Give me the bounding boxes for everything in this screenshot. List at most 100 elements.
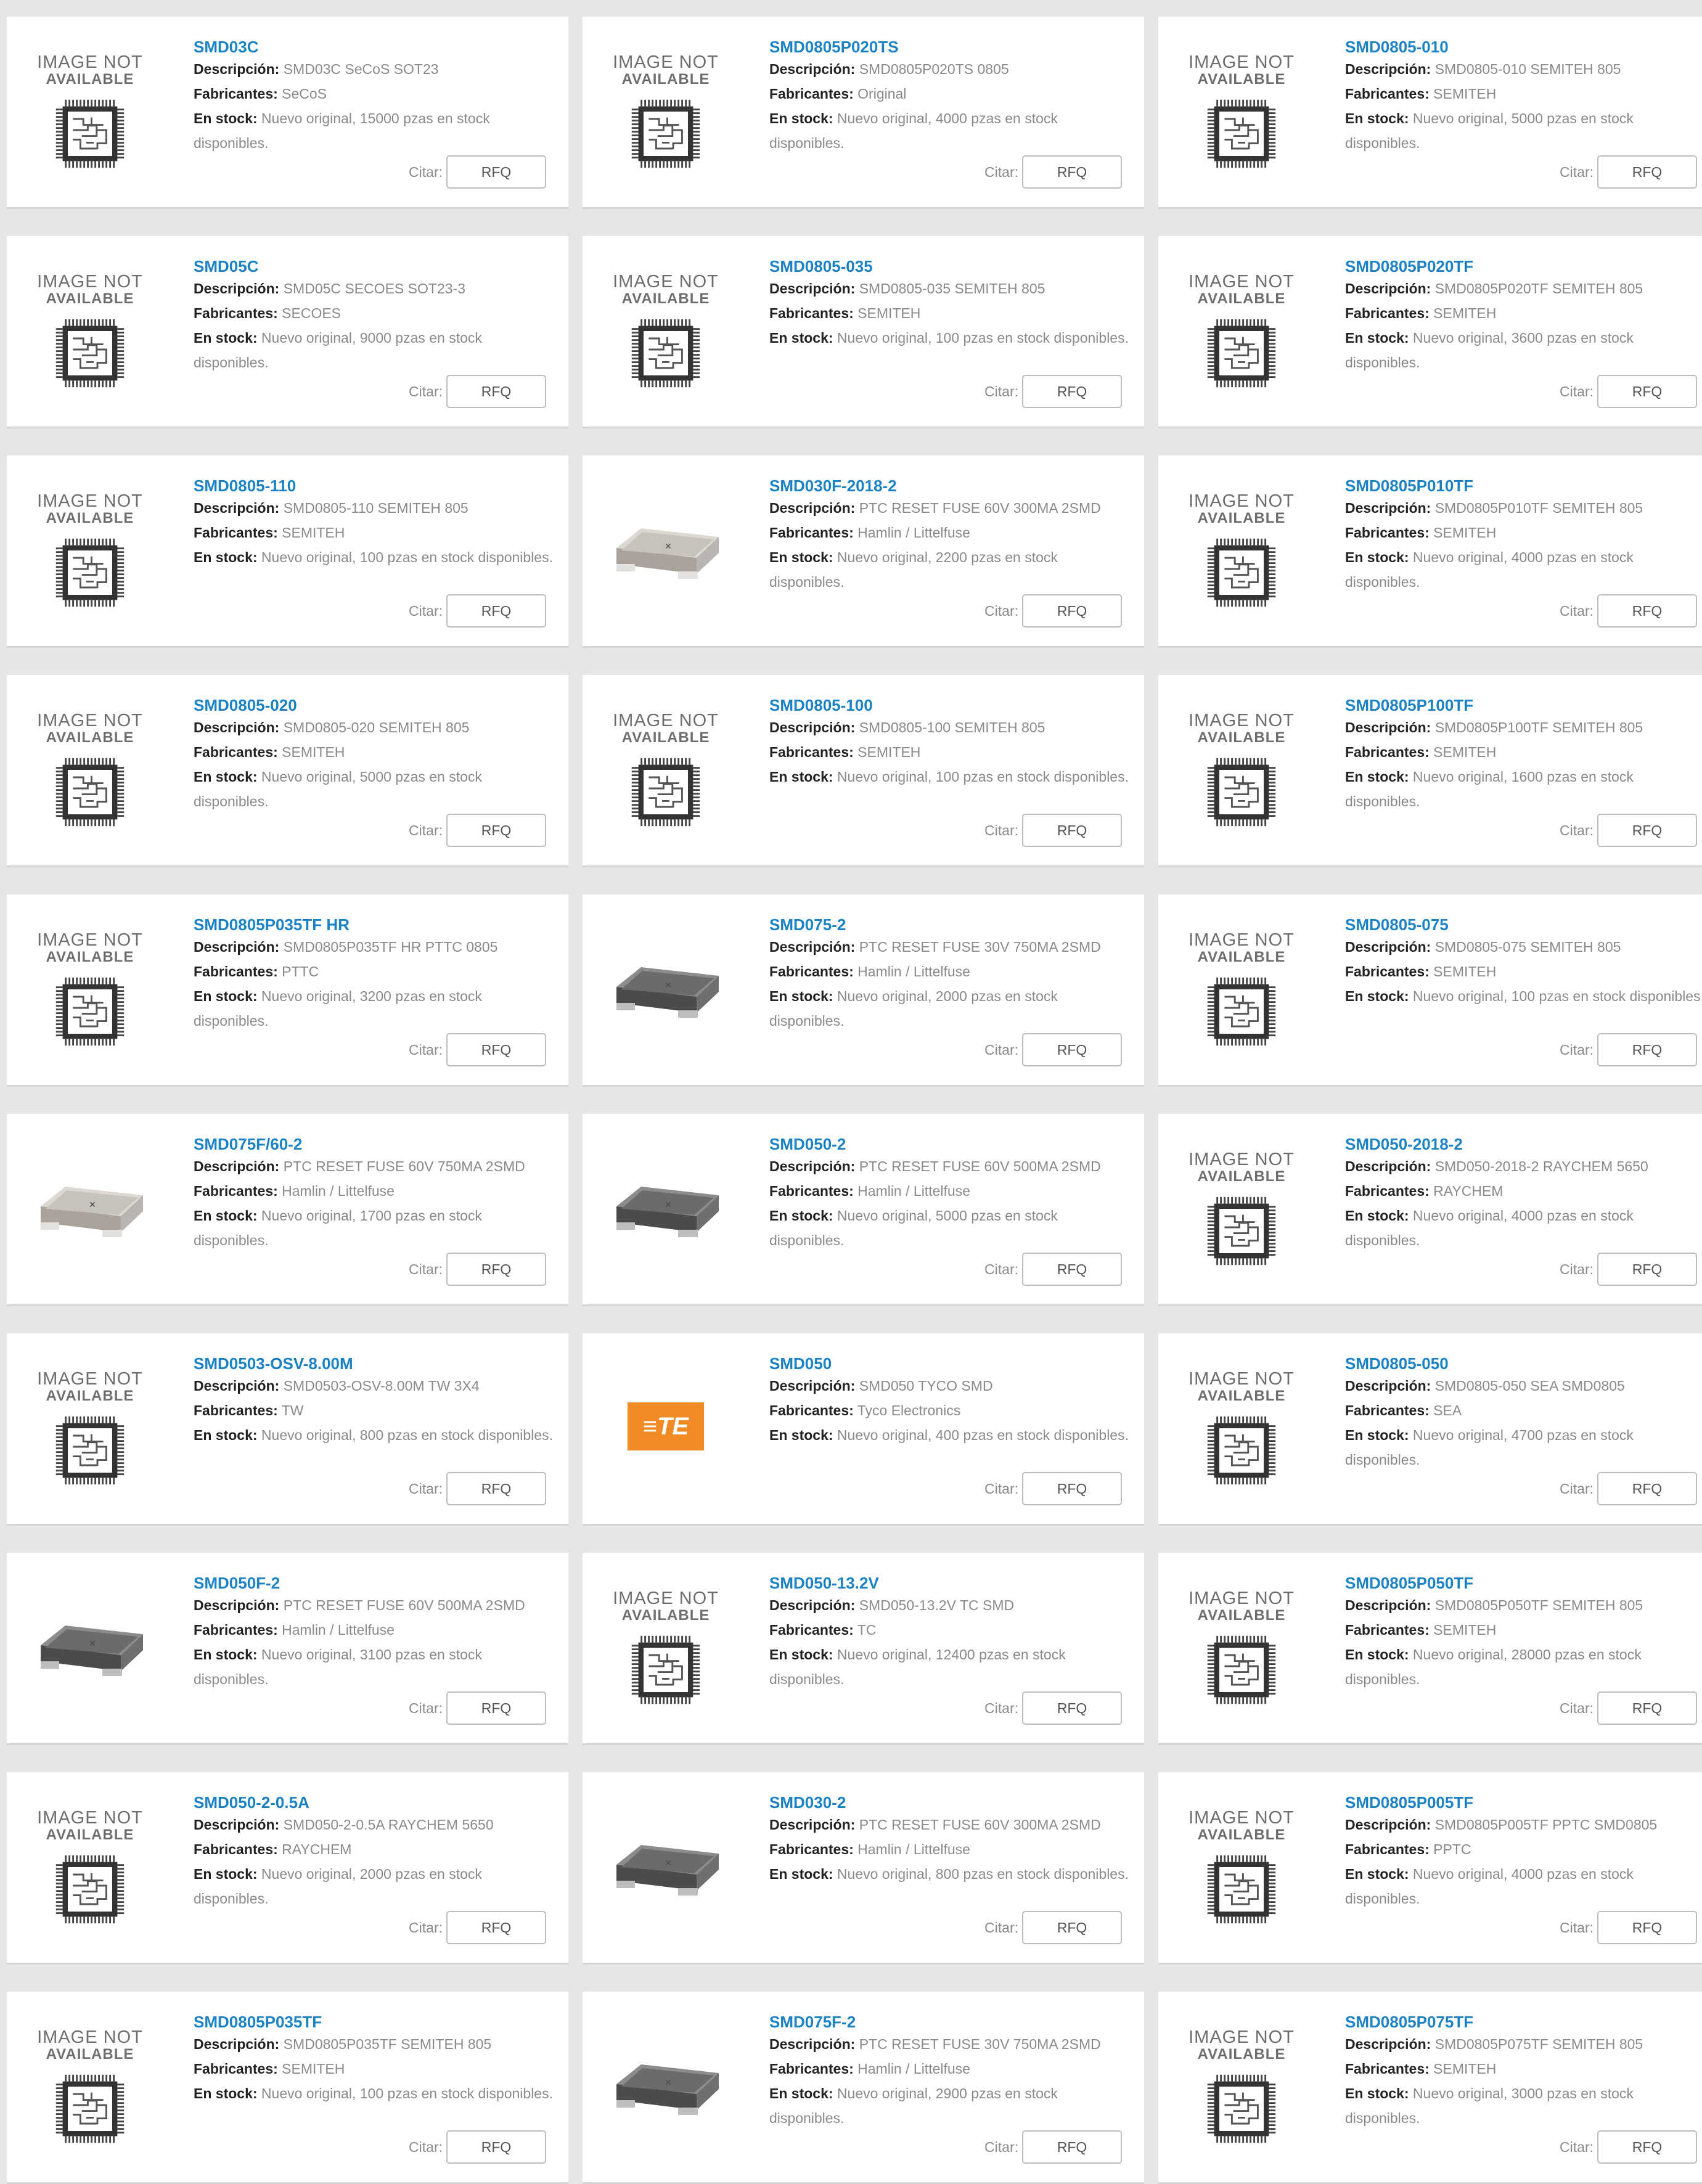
- rfq-button[interactable]: RFQ: [1022, 375, 1122, 408]
- product-name-link[interactable]: SMD03C: [194, 37, 554, 57]
- product-name-link[interactable]: SMD050-2018-2: [1345, 1134, 1702, 1154]
- image-not-available[interactable]: IMAGE NOT AVAILABLE: [1183, 1370, 1300, 1487]
- rfq-button[interactable]: RFQ: [446, 594, 546, 628]
- product-name-link[interactable]: SMD0805P075TF: [1345, 2012, 1702, 2032]
- product-name-link[interactable]: SMD0805P100TF: [1345, 695, 1702, 715]
- product-name-link[interactable]: SMD050F-2: [194, 1573, 554, 1593]
- rfq-button[interactable]: RFQ: [446, 814, 546, 847]
- description-label: Descripción:: [769, 719, 856, 735]
- rfq-button[interactable]: RFQ: [1022, 1033, 1122, 1066]
- image-not-available[interactable]: IMAGE NOT AVAILABLE: [31, 712, 149, 829]
- rfq-button[interactable]: RFQ: [1597, 1472, 1697, 1505]
- image-not-available[interactable]: IMAGE NOT AVAILABLE: [1183, 493, 1300, 610]
- image-not-available[interactable]: IMAGE NOT AVAILABLE: [31, 1809, 149, 1926]
- rfq-button[interactable]: RFQ: [446, 1253, 546, 1286]
- product-name-link[interactable]: SMD0805P035TF: [194, 2012, 554, 2032]
- product-name-link[interactable]: SMD0805-075: [1345, 915, 1702, 935]
- product-name-link[interactable]: SMD0805P010TF: [1345, 476, 1702, 496]
- image-not-available[interactable]: IMAGE NOT AVAILABLE: [1183, 1151, 1300, 1268]
- rfq-button[interactable]: RFQ: [1597, 375, 1697, 408]
- rfq-button[interactable]: RFQ: [1597, 1911, 1697, 1944]
- image-not-available[interactable]: IMAGE NOT AVAILABLE: [31, 54, 149, 171]
- rfq-button[interactable]: RFQ: [446, 1691, 546, 1725]
- product-name-link[interactable]: SMD0805P050TF: [1345, 1573, 1702, 1593]
- image-not-available[interactable]: IMAGE NOT AVAILABLE: [1183, 931, 1300, 1049]
- product-image[interactable]: ✕: [31, 1151, 149, 1268]
- image-na-line2: AVAILABLE: [46, 71, 134, 88]
- rfq-button[interactable]: RFQ: [1022, 1691, 1122, 1725]
- product-image[interactable]: ✕: [31, 1590, 149, 1707]
- image-not-available[interactable]: IMAGE NOT AVAILABLE: [607, 273, 724, 390]
- quote-row: Citar: RFQ: [409, 594, 546, 628]
- te-logo[interactable]: ≡TE: [607, 1370, 724, 1487]
- rfq-button[interactable]: RFQ: [1022, 1472, 1122, 1505]
- rfq-button[interactable]: RFQ: [1022, 155, 1122, 189]
- image-not-available[interactable]: IMAGE NOT AVAILABLE: [607, 1590, 724, 1707]
- rfq-button[interactable]: RFQ: [1022, 1911, 1122, 1944]
- rfq-button[interactable]: RFQ: [1597, 1253, 1697, 1286]
- rfq-button[interactable]: RFQ: [1022, 1253, 1122, 1286]
- product-name-link[interactable]: SMD0805P020TF: [1345, 256, 1702, 276]
- product-name-link[interactable]: SMD0805-010: [1345, 37, 1702, 57]
- stock-label: En stock:: [1345, 1208, 1409, 1224]
- rfq-button[interactable]: RFQ: [446, 155, 546, 189]
- stock-row: En stock: Nuevo original, 1700 pzas en s…: [194, 1203, 554, 1253]
- product-name-link[interactable]: SMD050-13.2V: [769, 1573, 1129, 1593]
- product-name-link[interactable]: SMD0805P005TF: [1345, 1793, 1702, 1812]
- rfq-button[interactable]: RFQ: [1597, 814, 1697, 847]
- image-not-available[interactable]: IMAGE NOT AVAILABLE: [1183, 1809, 1300, 1926]
- rfq-button[interactable]: RFQ: [446, 1033, 546, 1066]
- image-na-line2: AVAILABLE: [46, 1826, 134, 1843]
- product-name-link[interactable]: SMD0805P020TS: [769, 37, 1129, 57]
- product-image[interactable]: ✕: [607, 931, 724, 1049]
- product-image[interactable]: ✕: [607, 1151, 724, 1268]
- product-name-link[interactable]: SMD030-2: [769, 1793, 1129, 1812]
- product-name-link[interactable]: SMD0805-020: [194, 695, 554, 715]
- product-image[interactable]: ✕: [607, 2029, 724, 2146]
- rfq-button[interactable]: RFQ: [446, 375, 546, 408]
- product-image[interactable]: ✕: [607, 1809, 724, 1926]
- image-not-available[interactable]: IMAGE NOT AVAILABLE: [31, 273, 149, 390]
- rfq-button[interactable]: RFQ: [1597, 155, 1697, 189]
- product-name-link[interactable]: SMD0805-110: [194, 476, 554, 496]
- product-name-link[interactable]: SMD0805-100: [769, 695, 1129, 715]
- image-not-available[interactable]: IMAGE NOT AVAILABLE: [1183, 54, 1300, 171]
- product-name-link[interactable]: SMD0503-OSV-8.00M: [194, 1354, 554, 1373]
- product-name-link[interactable]: SMD030F-2018-2: [769, 476, 1129, 496]
- manufacturer-row: Fabricantes: SEMITEH: [769, 301, 1129, 325]
- product-info: SMD0805-020 Descripción: SMD0805-020 SEM…: [194, 695, 554, 814]
- product-name-link[interactable]: SMD050: [769, 1354, 1129, 1373]
- image-not-available[interactable]: IMAGE NOT AVAILABLE: [1183, 1590, 1300, 1707]
- product-name-link[interactable]: SMD05C: [194, 256, 554, 276]
- rfq-button[interactable]: RFQ: [1597, 594, 1697, 628]
- product-name-link[interactable]: SMD050-2: [769, 1134, 1129, 1154]
- image-not-available[interactable]: IMAGE NOT AVAILABLE: [31, 493, 149, 610]
- product-image[interactable]: ✕: [607, 493, 724, 610]
- rfq-button[interactable]: RFQ: [1022, 2130, 1122, 2164]
- product-name-link[interactable]: SMD075-2: [769, 915, 1129, 935]
- image-not-available[interactable]: IMAGE NOT AVAILABLE: [607, 712, 724, 829]
- rfq-button[interactable]: RFQ: [1022, 814, 1122, 847]
- product-card: IMAGE NOT AVAILABLE SMD0805P075TF Descrip…: [1158, 1992, 1702, 2184]
- description-label: Descripción:: [769, 1158, 856, 1174]
- image-not-available[interactable]: IMAGE NOT AVAILABLE: [1183, 273, 1300, 390]
- rfq-button[interactable]: RFQ: [1597, 1691, 1697, 1725]
- rfq-button[interactable]: RFQ: [1597, 2130, 1697, 2164]
- product-name-link[interactable]: SMD050-2-0.5A: [194, 1793, 554, 1812]
- image-not-available[interactable]: IMAGE NOT AVAILABLE: [607, 54, 724, 171]
- rfq-button[interactable]: RFQ: [446, 2130, 546, 2164]
- product-name-link[interactable]: SMD075F/60-2: [194, 1134, 554, 1154]
- rfq-button[interactable]: RFQ: [1022, 594, 1122, 628]
- product-name-link[interactable]: SMD0805-050: [1345, 1354, 1702, 1373]
- image-not-available[interactable]: IMAGE NOT AVAILABLE: [31, 931, 149, 1049]
- image-not-available[interactable]: IMAGE NOT AVAILABLE: [1183, 712, 1300, 829]
- rfq-button[interactable]: RFQ: [1597, 1033, 1697, 1066]
- rfq-button[interactable]: RFQ: [446, 1911, 546, 1944]
- image-not-available[interactable]: IMAGE NOT AVAILABLE: [31, 1370, 149, 1487]
- product-name-link[interactable]: SMD075F-2: [769, 2012, 1129, 2032]
- image-not-available[interactable]: IMAGE NOT AVAILABLE: [31, 2029, 149, 2146]
- product-name-link[interactable]: SMD0805-035: [769, 256, 1129, 276]
- rfq-button[interactable]: RFQ: [446, 1472, 546, 1505]
- image-not-available[interactable]: IMAGE NOT AVAILABLE: [1183, 2029, 1300, 2146]
- product-name-link[interactable]: SMD0805P035TF HR: [194, 915, 554, 935]
